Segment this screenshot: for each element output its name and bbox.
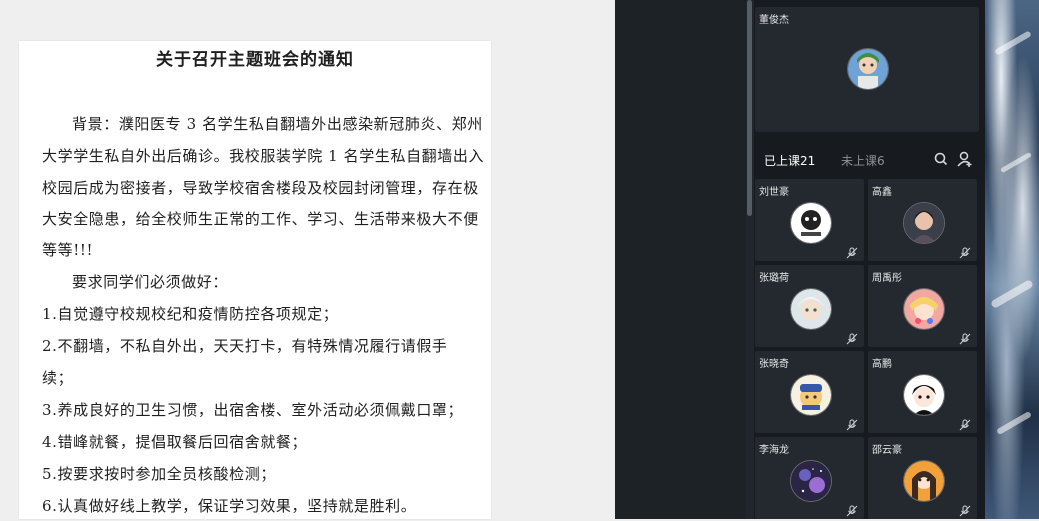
tab-joined[interactable]: 已上课21 xyxy=(764,152,815,169)
mic-muted-icon[interactable] xyxy=(959,244,971,259)
participants-panel: 董俊杰 已上课21 未上课6 刘世豪 高鑫 张璐荷 周禹彤 张晓奇 高鹏 李海龙… xyxy=(754,0,985,519)
teacher-video-card[interactable]: 董俊杰 xyxy=(755,7,979,132)
document-line: 等等!!! xyxy=(42,241,94,259)
student-name: 高鑫 xyxy=(872,187,892,198)
student-card[interactable]: 张璐荷 xyxy=(755,265,864,347)
document-page: 关于召开主题班会的通知 背景：濮阳医专 3 名学生私自翻墙外出感染新冠肺炎、郑州… xyxy=(19,41,491,519)
desktop-wallpaper xyxy=(985,0,1039,519)
document-line: 要求同学们必须做好： xyxy=(72,273,229,291)
student-avatar xyxy=(790,460,832,502)
document-line: 2.不翻墙，不私自外出，天天打卡，有特殊情况履行请假手 xyxy=(42,337,448,355)
document-line: 大学学生私自外出后确诊。我校服装学院 1 名学生私自翻墙出入 xyxy=(42,147,485,165)
document-line: 4.错峰就餐，提倡取餐后回宿舍就餐； xyxy=(42,433,308,451)
document-line: 续； xyxy=(42,369,74,387)
student-card[interactable]: 邵云豪 xyxy=(868,437,977,519)
student-avatar xyxy=(790,288,832,330)
student-avatar xyxy=(903,202,945,244)
student-card[interactable]: 李海龙 xyxy=(755,437,864,519)
document-title: 关于召开主题班会的通知 xyxy=(156,50,354,70)
mic-muted-icon[interactable] xyxy=(846,502,858,517)
document-line: 大安全隐患，给全校师生正常的工作、学习、生活带来极大不便 xyxy=(42,210,479,228)
student-name: 刘世豪 xyxy=(759,187,789,198)
student-name: 邵云豪 xyxy=(872,445,902,456)
student-name: 高鹏 xyxy=(872,359,892,370)
participant-tabs: 已上课21 未上课6 xyxy=(754,145,985,175)
mic-muted-icon[interactable] xyxy=(846,416,858,431)
student-name: 张璐荷 xyxy=(759,273,789,284)
document-line: 3.养成良好的卫生习惯，出宿舍楼、室外活动必须佩戴口罩； xyxy=(42,401,464,419)
scrollbar-thumb[interactable] xyxy=(747,0,752,216)
teacher-avatar xyxy=(847,48,889,90)
mic-muted-icon[interactable] xyxy=(959,416,971,431)
student-avatar xyxy=(790,374,832,416)
student-avatar xyxy=(903,288,945,330)
student-card[interactable]: 高鹏 xyxy=(868,351,977,433)
student-card[interactable]: 张晓奇 xyxy=(755,351,864,433)
document-line: 1.自觉遵守校规校纪和疫情防控各项规定； xyxy=(42,305,339,323)
mic-muted-icon[interactable] xyxy=(959,330,971,345)
shared-document-area: 关于召开主题班会的通知 背景：濮阳医专 3 名学生私自翻墙外出感染新冠肺炎、郑州… xyxy=(0,0,615,519)
document-line: 校园后成为密接者，导致学校宿舍楼段及校园封闭管理，存在极 xyxy=(42,179,479,197)
add-user-icon[interactable] xyxy=(956,150,974,168)
student-name: 李海龙 xyxy=(759,445,789,456)
search-icon[interactable] xyxy=(932,150,950,168)
student-card[interactable]: 周禹彤 xyxy=(868,265,977,347)
student-card[interactable]: 刘世豪 xyxy=(755,179,864,261)
mic-muted-icon[interactable] xyxy=(846,244,858,259)
mic-muted-icon[interactable] xyxy=(959,502,971,517)
tab-not-joined[interactable]: 未上课6 xyxy=(841,152,885,169)
student-card[interactable]: 高鑫 xyxy=(868,179,977,261)
mic-muted-icon[interactable] xyxy=(846,330,858,345)
student-name: 张晓奇 xyxy=(759,359,789,370)
document-line: 5.按要求按时参加全员核酸检测； xyxy=(42,465,276,483)
panel-scrollbar[interactable] xyxy=(746,0,754,519)
document-line: 背景：濮阳医专 3 名学生私自翻墙外出感染新冠肺炎、郑州 xyxy=(72,115,483,133)
student-avatar xyxy=(903,460,945,502)
student-name: 周禹彤 xyxy=(872,273,902,284)
video-area-background xyxy=(615,0,746,519)
student-avatar xyxy=(790,202,832,244)
student-avatar xyxy=(903,374,945,416)
document-line: 6.认真做好线上教学，保证学习效果，坚持就是胜利。 xyxy=(42,497,417,515)
teacher-name: 董俊杰 xyxy=(759,15,789,26)
